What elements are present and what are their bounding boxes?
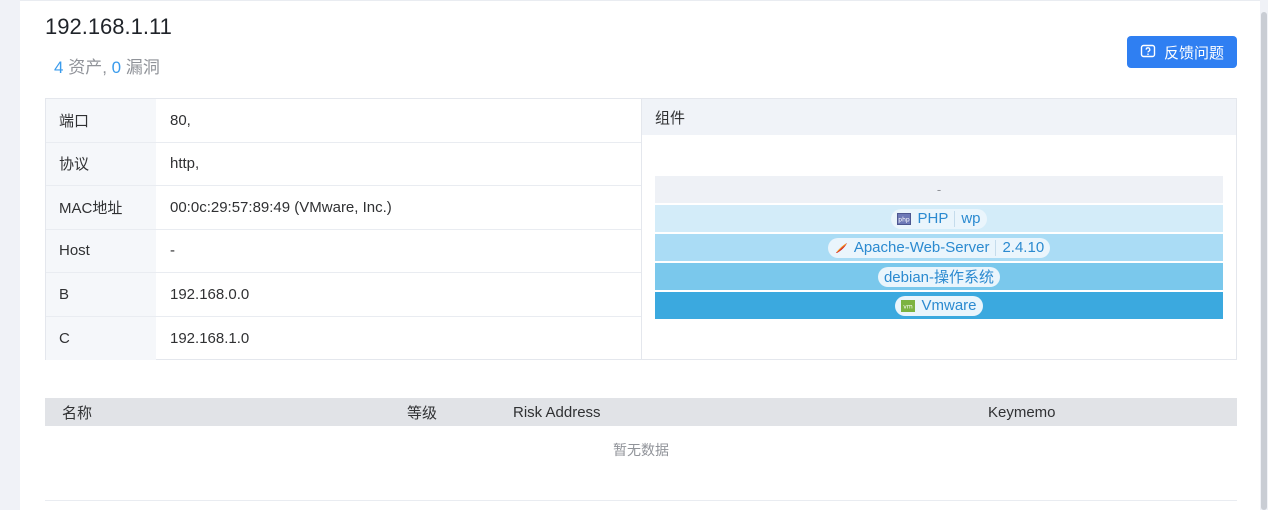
component-tag-vmware[interactable]: vm Vmware bbox=[895, 295, 983, 316]
component-layer-debian: debian-操作系统 bbox=[655, 263, 1223, 290]
component-layer-vmware: vm Vmware bbox=[655, 292, 1223, 319]
components-panel: 组件 - php PHP wp Apache-Web-Server 2.4.10 bbox=[641, 98, 1237, 360]
empty-state: 暂无数据 bbox=[613, 442, 669, 458]
info-row-host: Host - bbox=[46, 229, 641, 273]
info-row-c: C 192.168.1.0 bbox=[46, 316, 641, 360]
component-name: Vmware bbox=[921, 297, 977, 314]
component-stack: - php PHP wp Apache-Web-Server 2.4.10 de… bbox=[655, 176, 1223, 321]
asset-info-table: 端口 80, 协议 http, MAC地址 00:0c:29:57:89:49 (VM… bbox=[45, 98, 642, 360]
column-name[interactable]: 名称 bbox=[62, 402, 92, 423]
asset-label: 资产, bbox=[63, 58, 112, 77]
apache-feather-icon bbox=[835, 242, 847, 253]
feedback-icon bbox=[1140, 44, 1156, 58]
info-row-b: B 192.168.0.0 bbox=[46, 273, 641, 317]
component-version: 2.4.10 bbox=[1002, 239, 1045, 256]
info-key: Host bbox=[46, 229, 156, 272]
component-tag-apache[interactable]: Apache-Web-Server 2.4.10 bbox=[827, 237, 1051, 258]
component-layer-php: php PHP wp bbox=[655, 205, 1223, 232]
scrollbar[interactable] bbox=[1261, 12, 1267, 510]
page-title: 192.168.1.11 bbox=[45, 14, 172, 39]
info-value: 192.168.0.0 bbox=[170, 285, 250, 303]
vulnerability-table: 名称 等级 Risk Address Keymemo 暂无数据 bbox=[45, 398, 1237, 474]
info-row-mac: MAC地址 00:0c:29:57:89:49 (VMware, Inc.) bbox=[46, 186, 641, 230]
info-key: C bbox=[46, 316, 156, 360]
components-title: 组件 bbox=[642, 99, 1236, 135]
column-keymemo[interactable]: Keymemo bbox=[988, 404, 1056, 421]
info-value: http, bbox=[170, 155, 200, 173]
component-extra: wp bbox=[961, 210, 981, 227]
info-key: MAC地址 bbox=[46, 186, 156, 229]
component-name: Apache-Web-Server bbox=[853, 239, 990, 256]
info-key: B bbox=[46, 273, 156, 316]
component-tag-debian[interactable]: debian-操作系统 bbox=[877, 266, 1001, 287]
component-layer-empty: - bbox=[655, 176, 1223, 203]
info-key: 协议 bbox=[46, 142, 156, 185]
component-name: debian-操作系统 bbox=[883, 269, 995, 286]
asset-summary: 4 资产, 0 漏洞 bbox=[54, 53, 160, 78]
column-risk-address[interactable]: Risk Address bbox=[513, 404, 601, 421]
info-value: 00:0c:29:57:89:49 (VMware, Inc.) bbox=[170, 198, 392, 216]
tag-divider bbox=[995, 239, 997, 256]
component-placeholder: - bbox=[936, 182, 942, 197]
asset-detail-panel: 192.168.1.11 4 资产, 0 漏洞 反馈问题 端口 80, 协议 htt… bbox=[20, 0, 1260, 510]
feedback-button[interactable]: 反馈问题 bbox=[1127, 36, 1237, 68]
info-key: 端口 bbox=[46, 99, 156, 142]
info-value: 80, bbox=[170, 111, 191, 129]
table-bottom-divider bbox=[45, 500, 1237, 501]
table-header: 名称 等级 Risk Address Keymemo bbox=[45, 398, 1237, 426]
component-layer-apache: Apache-Web-Server 2.4.10 bbox=[655, 234, 1223, 261]
info-row-protocol: 协议 http, bbox=[46, 142, 641, 186]
info-row-port: 端口 80, bbox=[46, 99, 641, 143]
info-value: - bbox=[170, 242, 175, 260]
vuln-label: 漏洞 bbox=[121, 58, 160, 77]
vmware-icon: vm bbox=[901, 299, 916, 312]
component-name: PHP bbox=[917, 210, 949, 227]
feedback-label: 反馈问题 bbox=[1163, 44, 1224, 62]
vuln-count: 0 bbox=[111, 58, 122, 77]
info-value: 192.168.1.0 bbox=[170, 329, 250, 347]
php-icon: php bbox=[897, 212, 912, 225]
svg-text:php: php bbox=[899, 216, 911, 223]
column-level[interactable]: 等级 bbox=[407, 402, 437, 423]
tag-divider bbox=[954, 210, 956, 227]
component-tag-php[interactable]: php PHP wp bbox=[891, 208, 987, 229]
svg-text:vm: vm bbox=[904, 303, 914, 310]
